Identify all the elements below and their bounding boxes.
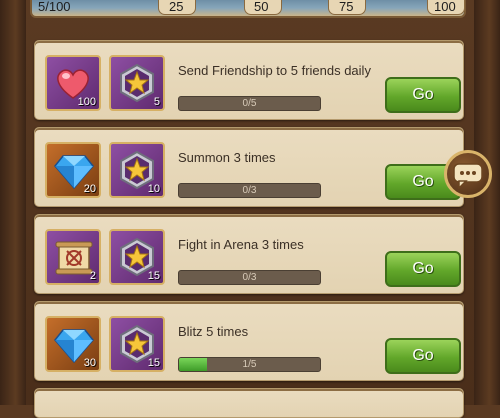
go-button[interactable]: Go — [385, 251, 461, 287]
chat-button[interactable] — [444, 150, 492, 198]
quest-title: Blitz 5 times — [178, 324, 249, 339]
reward-count: 100 — [77, 96, 96, 108]
reward-slot[interactable]: 20 — [45, 142, 101, 198]
reward-count: 15 — [147, 357, 160, 369]
milestone-25: 25 — [169, 0, 184, 14]
reward-slot[interactable]: 15 — [109, 316, 165, 372]
milestone-100: 100 — [434, 0, 456, 14]
right-frame — [474, 0, 500, 405]
quest-title: Fight in Arena 3 times — [178, 237, 304, 252]
reward-slot[interactable]: 5 — [109, 55, 165, 111]
quest-progress-bar: 0/3 — [178, 183, 321, 198]
quest-progress-bar: 0/5 — [178, 96, 321, 111]
quest-card: 30 15 Blitz 5 times 1/5 Go — [34, 301, 464, 381]
quest-progress-text: 1/5 — [242, 359, 257, 370]
reward-slot[interactable]: 2 — [45, 229, 101, 285]
quest-progress-bar: 0/3 — [178, 270, 321, 285]
star-medal-icon — [120, 63, 154, 103]
reward-count: 20 — [83, 183, 96, 195]
quest-progress-text: 0/5 — [242, 98, 257, 109]
go-button[interactable]: Go — [385, 77, 461, 113]
reward-count: 10 — [147, 183, 160, 195]
reward-slot[interactable]: 30 — [45, 316, 101, 372]
left-frame — [0, 0, 26, 405]
milestone-current: 5/100 — [38, 0, 71, 14]
scroll-icon — [55, 241, 93, 275]
reward-count: 15 — [147, 270, 160, 282]
quest-progress-text: 0/3 — [242, 272, 257, 283]
quest-title: Summon 3 times — [178, 150, 276, 165]
reward-count: 2 — [89, 270, 96, 282]
quest-progress-bar: 1/5 — [178, 357, 321, 372]
quest-list: 100 5 Send Friendship to 5 friends daily… — [26, 30, 474, 418]
reward-slot[interactable]: 10 — [109, 142, 165, 198]
milestone-progress-strip: 5/100 25 50 75 100 — [30, 0, 466, 18]
quest-card-partial — [34, 388, 464, 418]
milestone-75: 75 — [339, 0, 354, 14]
reward-count: 5 — [153, 96, 160, 108]
quest-card: 2 15 Fight in Arena 3 times 0/3 Go — [34, 214, 464, 294]
chat-bubble-icon — [453, 163, 483, 189]
reward-slot[interactable]: 100 — [45, 55, 101, 111]
go-button[interactable]: Go — [385, 338, 461, 374]
reward-count: 30 — [83, 357, 96, 369]
quest-progress-text: 0/3 — [242, 185, 257, 196]
quest-title: Send Friendship to 5 friends daily — [178, 63, 371, 78]
reward-slot[interactable]: 15 — [109, 229, 165, 285]
milestone-50: 50 — [254, 0, 269, 14]
quest-card: 20 10 Summon 3 times 0/3 Go — [34, 127, 464, 207]
quest-card: 100 5 Send Friendship to 5 friends daily… — [34, 40, 464, 120]
